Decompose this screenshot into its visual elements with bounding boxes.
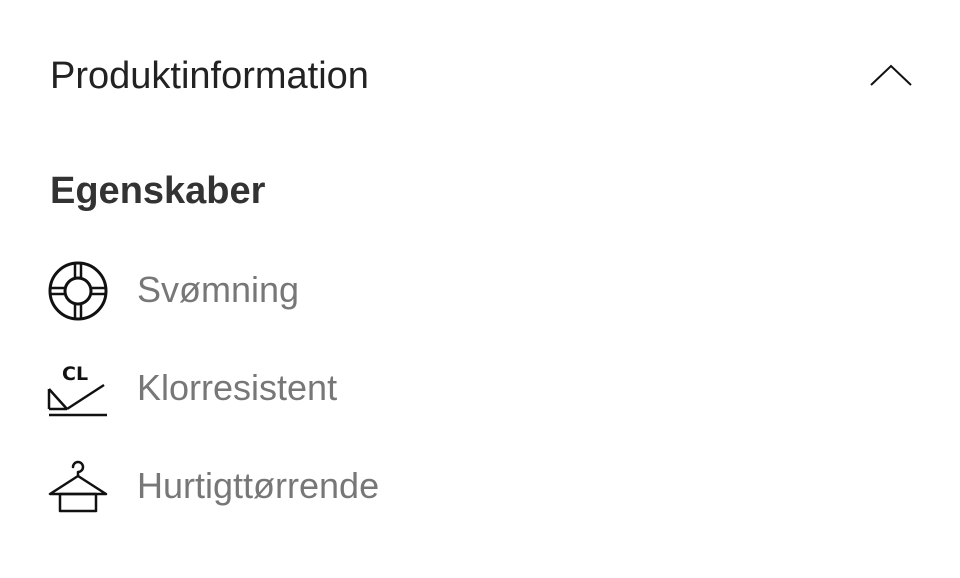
feature-item-chlorine-resistant: CL Klorresistent [0,352,960,424]
chlorine-resistant-icon: CL [47,363,107,417]
feature-label: Hurtigttørrende [137,465,380,506]
accordion-header-produktinformation[interactable]: Produktinformation [0,40,960,112]
chevron-up-icon[interactable] [868,60,914,90]
section-heading-egenskaber: Egenskaber [50,170,266,212]
hanger-icon [48,460,108,513]
feature-item-quick-drying: Hurtigttørrende [0,450,960,522]
feature-label: Klorresistent [137,367,338,408]
lifebuoy-icon [48,261,108,321]
svg-text:CL: CL [62,363,88,385]
accordion-title: Produktinformation [50,55,369,97]
feature-item-swimming: Svømning [0,254,960,326]
feature-label: Svømning [137,269,300,310]
